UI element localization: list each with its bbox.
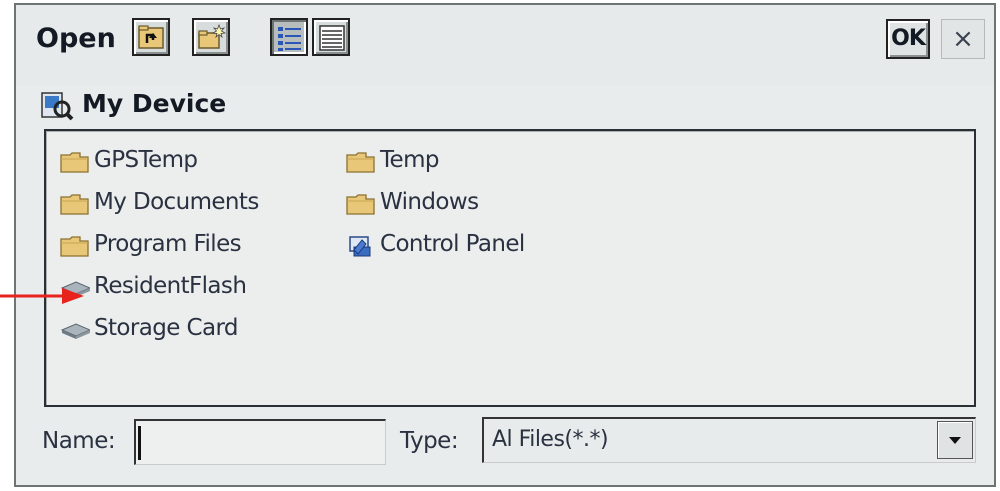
details-view-icon	[319, 25, 345, 51]
details-view-button[interactable]	[312, 18, 350, 56]
new-folder-button[interactable]	[192, 18, 230, 56]
list-item-label: Storage Card	[94, 315, 239, 341]
text-caret	[138, 426, 141, 460]
my-device-icon	[41, 92, 74, 121]
list-item-label: Program Files	[94, 231, 242, 257]
up-one-level-button[interactable]	[132, 18, 170, 56]
close-button[interactable]: ×	[941, 19, 985, 59]
open-file-dialog: Open OK × My Device GPSTemp My Documents…	[14, 3, 996, 487]
name-input[interactable]	[134, 419, 386, 465]
control-panel-icon	[349, 236, 371, 257]
folder-icon	[60, 194, 89, 215]
storage-card-icon	[60, 323, 90, 339]
chevron-down-icon	[949, 437, 961, 444]
folder-icon	[346, 194, 375, 215]
location-label: My Device	[82, 89, 227, 118]
list-item-label: Control Panel	[380, 231, 525, 257]
red-arrow-icon	[0, 288, 84, 304]
new-folder-icon	[198, 24, 226, 49]
dropdown-button[interactable]	[937, 421, 973, 459]
list-view-icon	[278, 27, 301, 51]
dialog-title: Open	[36, 23, 116, 54]
folder-icon	[60, 236, 89, 257]
type-label: Type:	[400, 428, 459, 454]
title-bar: Open OK ×	[16, 5, 994, 85]
list-item-label: Windows	[380, 189, 479, 215]
list-item-label: ResidentFlash	[94, 273, 247, 299]
list-item-label: GPSTemp	[94, 147, 198, 173]
list-view-button[interactable]	[270, 18, 308, 56]
file-type-select[interactable]: Al Files(*.*)	[482, 417, 976, 463]
name-label: Name:	[42, 428, 116, 454]
list-item-label: Temp	[380, 147, 440, 173]
file-type-value: Al Files(*.*)	[492, 427, 609, 452]
folder-icon	[346, 152, 375, 173]
folder-icon	[60, 152, 89, 173]
ok-button[interactable]: OK	[886, 19, 930, 59]
up-folder-icon	[138, 25, 164, 49]
file-list[interactable]: GPSTemp My Documents Program Files Resid…	[44, 129, 976, 407]
list-item-label: My Documents	[94, 189, 259, 215]
